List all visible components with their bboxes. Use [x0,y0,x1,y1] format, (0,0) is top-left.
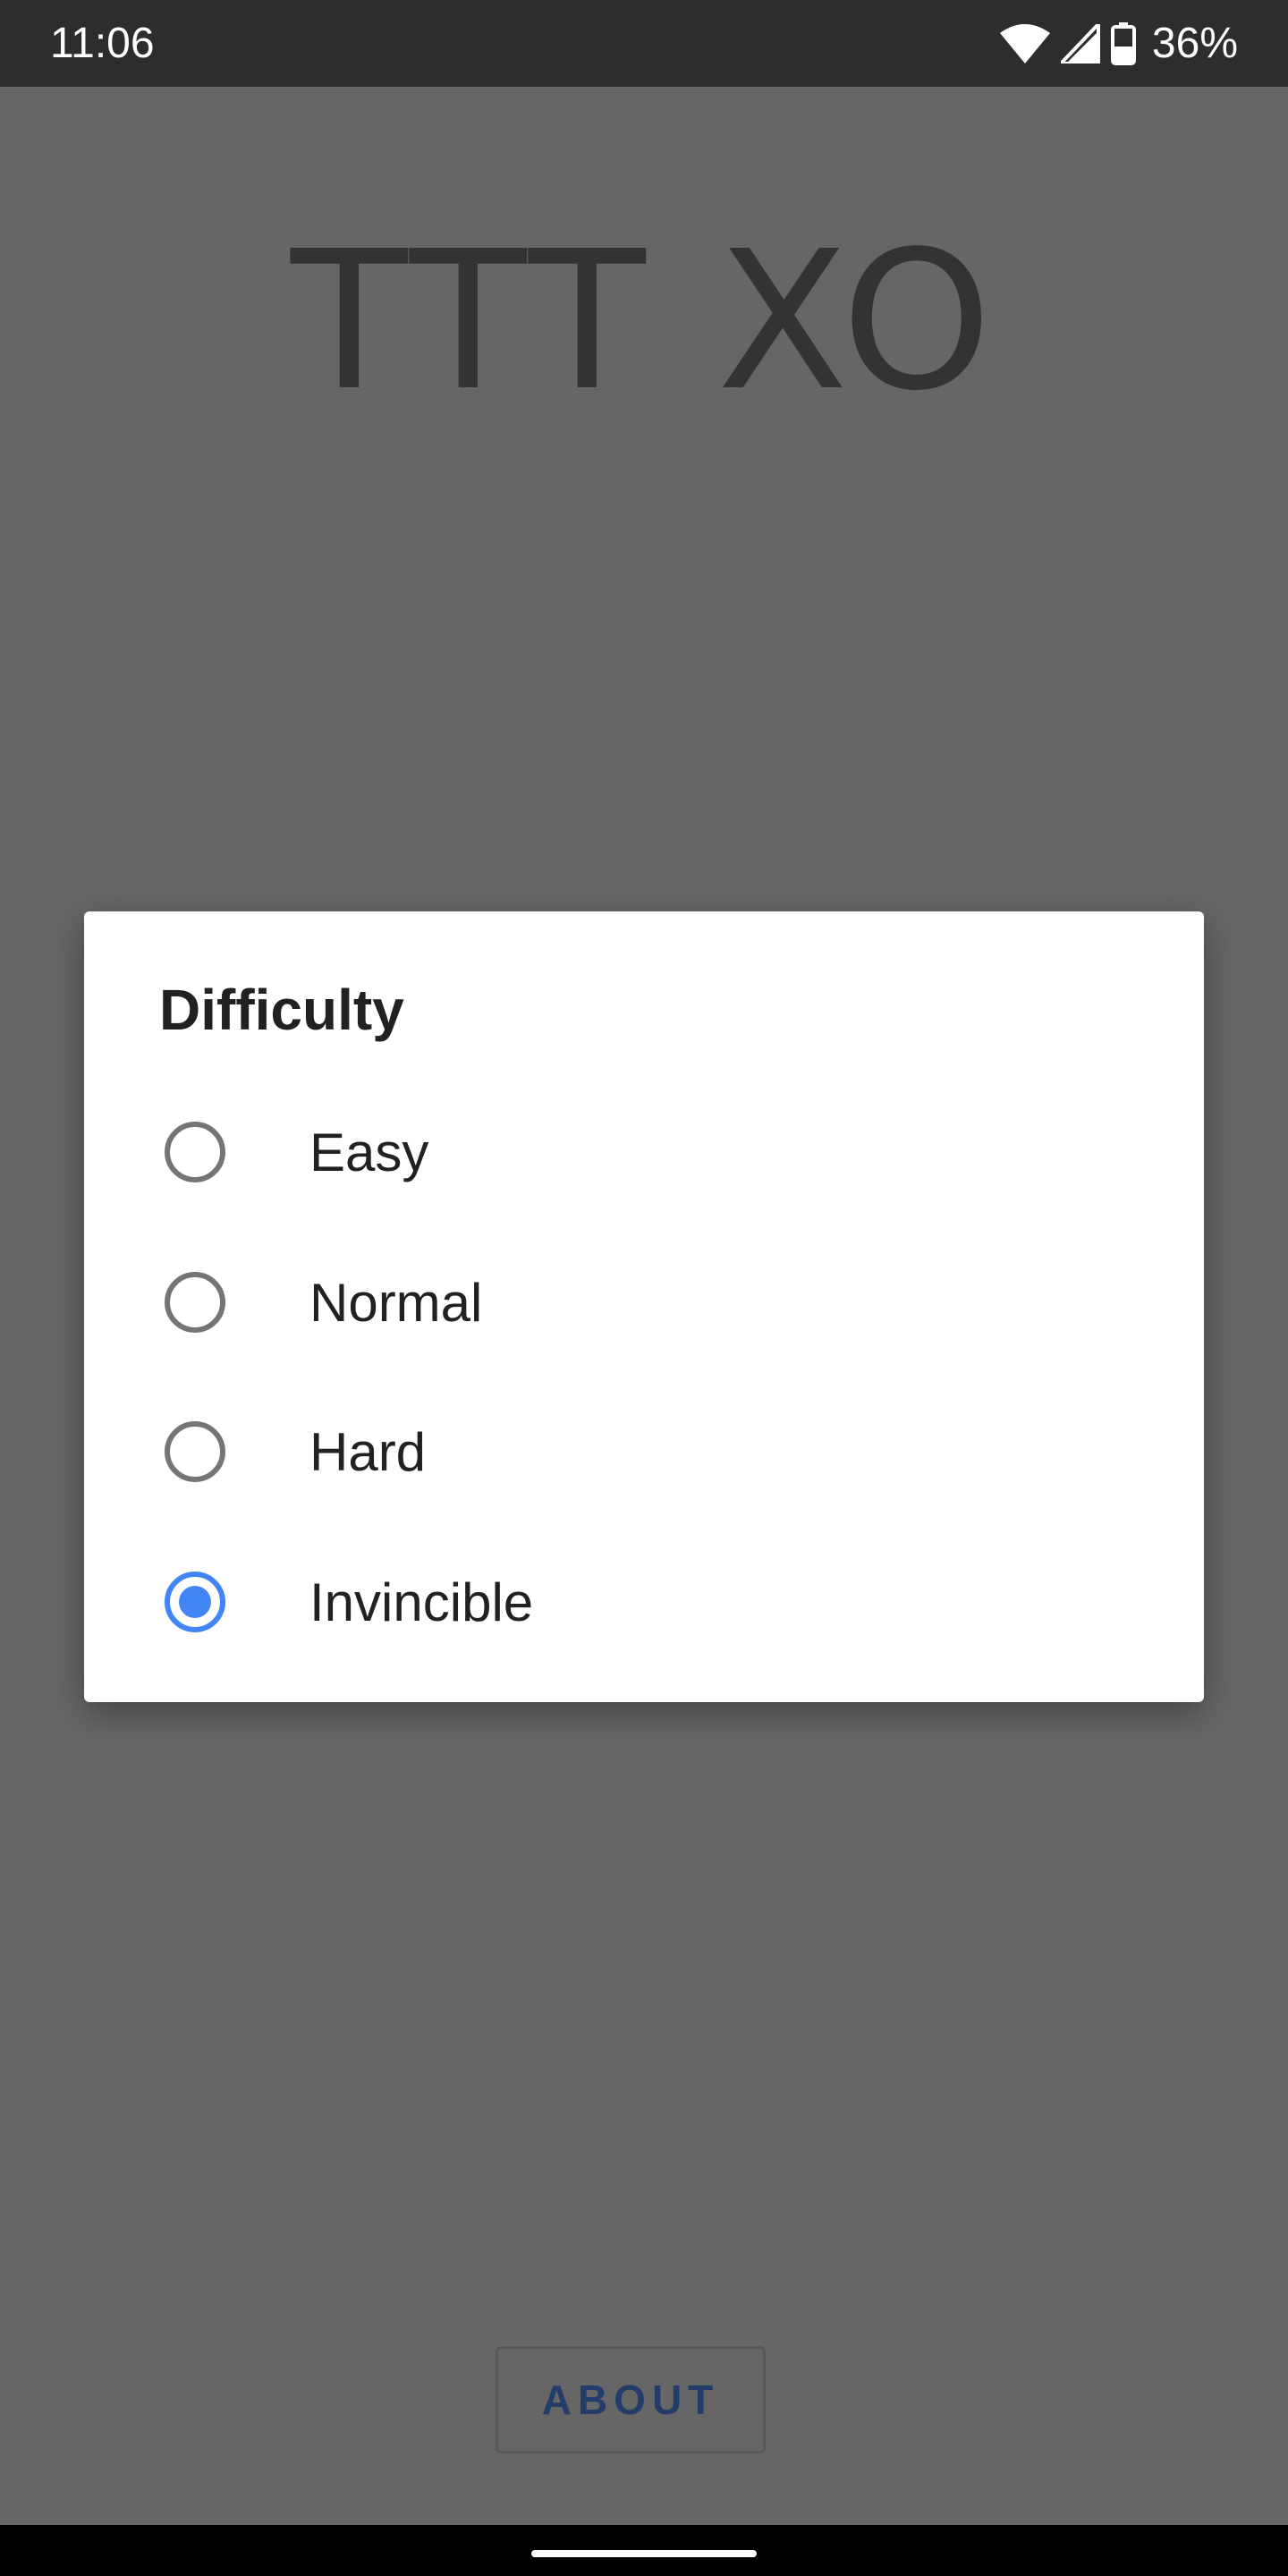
option-label-normal: Normal [309,1272,483,1333]
radio-normal[interactable] [165,1272,225,1333]
dialog-title: Difficulty [159,978,404,1042]
radio-invincible[interactable] [165,1572,225,1632]
home-handle[interactable] [531,2550,757,2557]
wifi-icon [999,23,1050,64]
status-time: 11:06 [50,20,155,67]
radio-hard[interactable] [165,1421,225,1482]
about-button[interactable]: ABOUT [496,2346,766,2453]
option-hard[interactable]: Hard [84,1377,1204,1527]
app-title: TTT XO [290,210,997,433]
option-invincible[interactable]: Invincible [84,1527,1204,1677]
cell-signal-icon [1060,23,1100,64]
status-bar: 11:06 36% [0,0,1288,87]
option-easy[interactable]: Easy [84,1077,1204,1227]
option-label-invincible: Invincible [309,1572,534,1632]
option-label-easy: Easy [309,1122,429,1182]
battery-icon [1110,21,1136,65]
status-icons: 36% [999,0,1238,87]
difficulty-dialog: Difficulty Easy Normal Hard Invincible [84,911,1204,1702]
radio-easy[interactable] [165,1122,225,1182]
option-label-hard: Hard [309,1421,427,1482]
battery-percent: 36% [1151,20,1238,67]
option-normal[interactable]: Normal [84,1227,1204,1377]
